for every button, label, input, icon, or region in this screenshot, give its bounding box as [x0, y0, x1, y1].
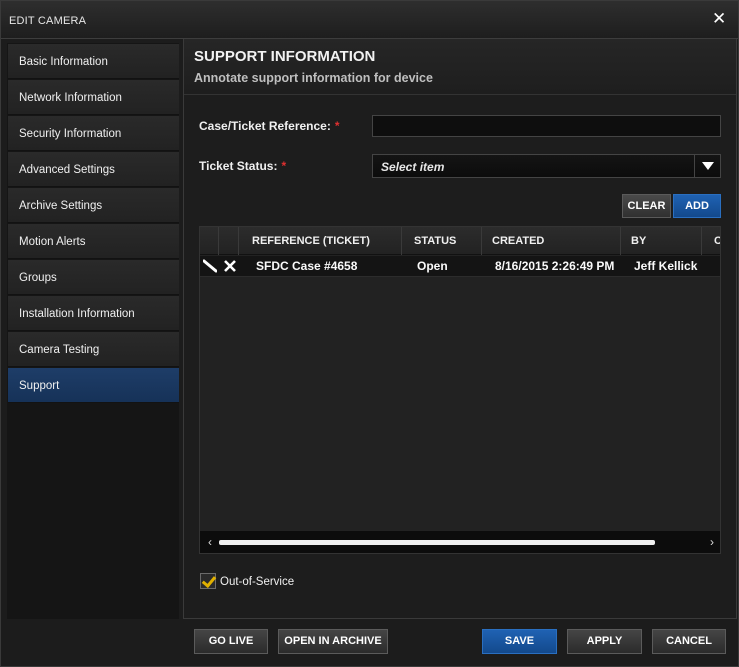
sidebar-item-motion-alerts[interactable]: Motion Alerts: [8, 224, 179, 259]
add-button[interactable]: ADD: [673, 194, 721, 218]
title-bar: EDIT CAMERA ✕: [1, 1, 738, 39]
ticket-grid: REFERENCE (TICKET) STATUS CREATED BY C S…: [199, 226, 721, 554]
sidebar: Basic Information Network Information Se…: [7, 43, 179, 619]
apply-button[interactable]: APPLY: [567, 629, 642, 654]
sidebar-item-label: Support: [19, 380, 60, 392]
ticket-reference-input[interactable]: [372, 115, 721, 137]
column-header-status[interactable]: STATUS: [402, 227, 482, 255]
column-header-c[interactable]: C: [702, 227, 720, 255]
column-header-created[interactable]: CREATED: [482, 227, 621, 255]
column-header-by[interactable]: BY: [621, 227, 702, 255]
close-icon[interactable]: ✕: [712, 10, 726, 27]
sidebar-item-installation-information[interactable]: Installation Information: [8, 296, 179, 331]
column-header-edit: [200, 227, 219, 255]
scrollbar-thumb[interactable]: [219, 540, 655, 545]
sidebar-item-camera-testing[interactable]: Camera Testing: [8, 332, 179, 367]
required-mark: *: [281, 159, 287, 173]
go-live-button[interactable]: GO LIVE: [194, 629, 268, 654]
sidebar-item-label: Basic Information: [19, 56, 108, 68]
cell-status: Open: [417, 259, 448, 273]
sidebar-item-network-information[interactable]: Network Information: [8, 80, 179, 115]
column-header-reference[interactable]: REFERENCE (TICKET): [239, 227, 402, 255]
sidebar-item-support[interactable]: Support: [8, 368, 179, 403]
grid-header: REFERENCE (TICKET) STATUS CREATED BY C: [200, 227, 720, 255]
cell-reference: SFDC Case #4658: [256, 259, 358, 273]
sidebar-item-label: Archive Settings: [19, 200, 103, 212]
ticket-reference-label-text: Case/Ticket Reference:: [199, 119, 331, 133]
ticket-status-value: Select item: [381, 160, 445, 174]
ticket-status-label: Ticket Status: *: [199, 159, 286, 173]
edit-pencil-icon[interactable]: [203, 259, 217, 273]
column-header-delete: [219, 227, 239, 255]
scroll-right-icon[interactable]: ›: [706, 535, 718, 549]
ticket-status-label-text: Ticket Status:: [199, 159, 278, 173]
sidebar-item-label: Motion Alerts: [19, 236, 86, 248]
cell-by: Jeff Kellick: [634, 259, 698, 273]
sidebar-item-security-information[interactable]: Security Information: [8, 116, 179, 151]
panel-subtitle: Annotate support information for device: [194, 71, 433, 85]
horizontal-scrollbar[interactable]: ‹ ›: [200, 531, 720, 553]
required-mark: *: [334, 119, 340, 133]
save-button[interactable]: SAVE: [482, 629, 557, 654]
ticket-reference-label: Case/Ticket Reference: *: [199, 119, 340, 133]
cancel-button[interactable]: CANCEL: [652, 629, 726, 654]
sidebar-item-archive-settings[interactable]: Archive Settings: [8, 188, 179, 223]
chevron-down-icon[interactable]: [694, 155, 720, 177]
sidebar-item-label: Camera Testing: [19, 344, 100, 356]
sidebar-item-groups[interactable]: Groups: [8, 260, 179, 295]
table-row[interactable]: SFDC Case #4658 Open 8/16/2015 2:26:49 P…: [200, 256, 720, 277]
open-in-archive-button[interactable]: OPEN IN ARCHIVE: [278, 629, 388, 654]
out-of-service-checkbox[interactable]: [200, 573, 216, 589]
dialog-title: EDIT CAMERA: [9, 15, 87, 27]
sidebar-item-label: Network Information: [19, 92, 122, 104]
ticket-status-select[interactable]: Select item: [372, 154, 721, 178]
panel-title: SUPPORT INFORMATION: [194, 48, 376, 65]
sidebar-item-basic-information[interactable]: Basic Information: [8, 44, 179, 79]
clear-button[interactable]: CLEAR: [622, 194, 671, 218]
delete-x-icon[interactable]: [223, 259, 237, 273]
support-panel: SUPPORT INFORMATION Annotate support inf…: [183, 39, 737, 619]
sidebar-item-label: Advanced Settings: [19, 164, 115, 176]
sidebar-item-advanced-settings[interactable]: Advanced Settings: [8, 152, 179, 187]
sidebar-item-label: Installation Information: [19, 308, 135, 320]
edit-camera-dialog: EDIT CAMERA ✕ Basic Information Network …: [0, 0, 739, 667]
cell-created: 8/16/2015 2:26:49 PM: [495, 259, 615, 273]
out-of-service-label: Out-of-Service: [220, 576, 295, 588]
panel-header: SUPPORT INFORMATION Annotate support inf…: [184, 39, 736, 95]
sidebar-item-label: Groups: [19, 272, 57, 284]
scroll-left-icon[interactable]: ‹: [204, 535, 216, 549]
sidebar-item-label: Security Information: [19, 128, 122, 140]
